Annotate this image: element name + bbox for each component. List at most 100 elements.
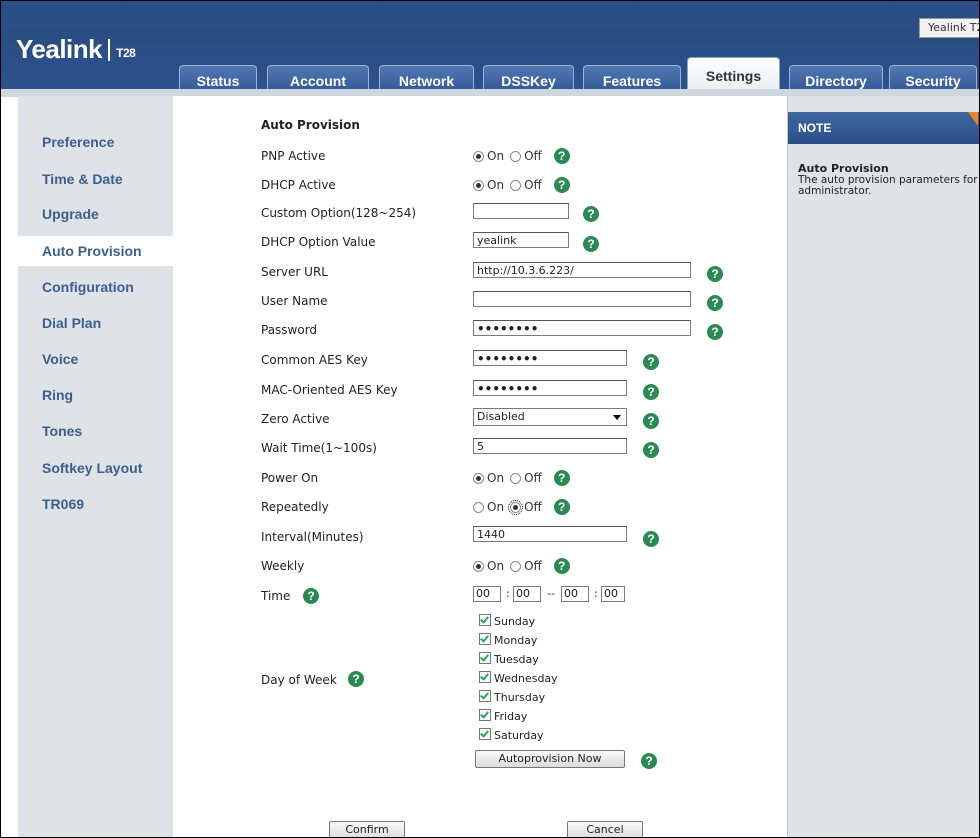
common-aes-key-label: Common AES Key (261, 353, 368, 367)
time-dash: -- (547, 587, 555, 600)
friday-checkbox[interactable]: Friday (479, 709, 527, 723)
help-icon[interactable]: ? (641, 753, 657, 769)
sidebar-item-dial-plan[interactable]: Dial Plan (42, 315, 101, 331)
dhcp-option-value-input[interactable]: yealink (473, 232, 569, 248)
help-icon[interactable]: ? (707, 266, 723, 282)
repeatedly-off-radio[interactable] (508, 500, 524, 515)
pnp-active-label: PNP Active (261, 149, 326, 163)
help-icon[interactable]: ? (643, 531, 659, 547)
help-icon[interactable]: ? (553, 499, 570, 515)
sidebar-item-auto-provision[interactable]: Auto Provision (18, 236, 173, 266)
mac-aes-key-input[interactable]: •••••••• (473, 380, 627, 396)
common-aes-key-input[interactable]: •••••••• (473, 350, 627, 366)
time-start-hour-input[interactable]: 00 (473, 586, 501, 602)
user-name-input[interactable] (473, 291, 691, 307)
power-on-off-radio[interactable] (510, 473, 522, 484)
checkbox-checked-icon (479, 652, 491, 664)
help-icon[interactable]: ? (553, 177, 570, 193)
checkbox-checked-icon (479, 633, 491, 645)
section-title: Auto Provision (261, 118, 360, 132)
header-bar: Yealink T28 Yealink T2 Status Account Net… (1, 1, 979, 97)
help-icon[interactable]: ? (553, 148, 570, 164)
monday-checkbox[interactable]: Monday (479, 633, 537, 647)
pnp-active-off-radio[interactable] (510, 151, 522, 162)
help-icon[interactable]: ? (583, 206, 599, 222)
server-url-input[interactable]: http://10.3.6.223/ (473, 262, 691, 278)
logo-text: Yealink (16, 34, 103, 64)
tuesday-checkbox[interactable]: Tuesday (479, 652, 539, 666)
sidebar-item-upgrade[interactable]: Upgrade (42, 206, 99, 222)
thursday-checkbox[interactable]: Thursday (479, 690, 545, 704)
power-on-on-radio[interactable] (473, 473, 484, 484)
checkbox-checked-icon (479, 709, 491, 721)
dhcp-active-off-radio[interactable] (510, 180, 522, 191)
time-colon: : (594, 587, 598, 600)
zero-active-select[interactable]: Disabled (473, 408, 627, 426)
sidebar-item-ring[interactable]: Ring (42, 387, 73, 403)
sidebar: Preference Time & Date Upgrade Auto Prov… (18, 96, 173, 837)
help-icon[interactable]: ? (643, 413, 659, 429)
dropdown-arrow-icon (613, 415, 621, 420)
weekly-radio-group: On Off ? (473, 558, 570, 574)
help-icon[interactable]: ? (348, 671, 364, 687)
pnp-active-on-radio[interactable] (473, 151, 484, 162)
dhcp-active-label: DHCP Active (261, 178, 336, 192)
sidebar-item-time-date[interactable]: Time & Date (42, 171, 123, 187)
sunday-checkbox[interactable]: Sunday (479, 614, 535, 628)
time-colon: : (506, 587, 510, 600)
cancel-button[interactable]: Cancel (567, 821, 643, 837)
user-name-label: User Name (261, 294, 328, 308)
confirm-button[interactable]: Confirm (329, 821, 405, 837)
saturday-checkbox[interactable]: Saturday (479, 728, 544, 742)
logo-model: T28 (116, 46, 136, 60)
checkbox-checked-icon (479, 690, 491, 702)
password-input[interactable]: •••••••• (473, 320, 691, 336)
autoprovision-now-button[interactable]: Autoprovision Now (475, 750, 625, 768)
model-badge: Yealink T2 (919, 18, 979, 38)
power-on-label: Power On (261, 471, 319, 485)
help-icon[interactable]: ? (643, 384, 659, 400)
server-url-label: Server URL (261, 265, 328, 279)
zero-active-label: Zero Active (261, 412, 330, 426)
sidebar-item-tones[interactable]: Tones (42, 423, 82, 439)
wednesday-checkbox[interactable]: Wednesday (479, 671, 558, 685)
password-label: Password (261, 323, 318, 337)
note-corner-decoration (968, 112, 978, 126)
checkbox-checked-icon (479, 728, 491, 740)
help-icon[interactable]: ? (707, 295, 723, 311)
custom-option-input[interactable] (473, 203, 569, 219)
weekly-off-radio[interactable] (510, 561, 522, 572)
repeatedly-label: Repeatedly (261, 500, 329, 514)
sidebar-item-preference[interactable]: Preference (42, 134, 114, 150)
yealink-logo: Yealink T28 (16, 34, 136, 65)
power-on-radio-group: On Off ? (473, 470, 570, 486)
sidebar-item-configuration[interactable]: Configuration (42, 279, 134, 295)
time-start-min-input[interactable]: 00 (513, 586, 541, 602)
weekly-on-radio[interactable] (473, 561, 484, 572)
help-icon[interactable]: ? (303, 588, 319, 604)
sidebar-item-tr069[interactable]: TR069 (42, 496, 84, 512)
time-end-min-input[interactable]: 00 (601, 586, 625, 602)
help-icon[interactable]: ? (643, 442, 659, 458)
note-header: NOTE (788, 112, 979, 144)
repeatedly-radio-group: On Off ? (473, 499, 570, 515)
note-title: NOTE (798, 121, 832, 135)
pnp-active-radio-group: On Off ? (473, 148, 570, 164)
time-end-hour-input[interactable]: 00 (561, 586, 589, 602)
dhcp-active-on-radio[interactable] (473, 180, 484, 191)
help-icon[interactable]: ? (583, 236, 599, 252)
checkbox-checked-icon (479, 671, 491, 683)
wait-time-input[interactable]: 5 (473, 438, 627, 454)
sidebar-item-voice[interactable]: Voice (42, 351, 78, 367)
auto-provision-form: Auto Provision PNP Active On Off ? DHCP A… (173, 96, 787, 837)
custom-option-label: Custom Option(128~254) (261, 206, 417, 220)
repeatedly-on-radio[interactable] (473, 502, 484, 513)
help-icon[interactable]: ? (553, 470, 570, 486)
interval-label: Interval(Minutes) (261, 530, 364, 544)
zero-active-selected-value: Disabled (477, 410, 525, 423)
help-icon[interactable]: ? (553, 558, 570, 574)
help-icon[interactable]: ? (643, 354, 659, 370)
sidebar-item-softkey-layout[interactable]: Softkey Layout (42, 460, 142, 476)
interval-input[interactable]: 1440 (473, 526, 627, 542)
help-icon[interactable]: ? (707, 324, 723, 340)
